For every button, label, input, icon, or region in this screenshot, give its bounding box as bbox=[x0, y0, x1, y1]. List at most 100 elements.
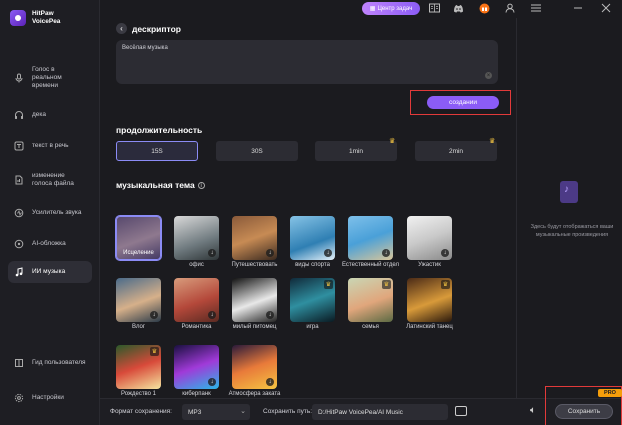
mic-icon bbox=[14, 73, 24, 83]
output-panel: Здесь будут отображаться ваши музыкальны… bbox=[516, 18, 622, 398]
sidebar-item-settings[interactable]: Настройки bbox=[8, 389, 92, 407]
info-icon[interactable]: i bbox=[197, 182, 205, 190]
pro-badge: PRO bbox=[598, 389, 622, 397]
sidebar-item-amplifier[interactable]: Усилитель звука bbox=[8, 204, 92, 222]
theme-tile[interactable]: ♛ семья bbox=[348, 278, 393, 352]
theme-image: ↓ bbox=[174, 345, 219, 389]
duration-option-15s[interactable]: 15S bbox=[116, 141, 198, 161]
theme-label: игра bbox=[306, 324, 319, 330]
sidebar-item-realtime-voice[interactable]: Голос в реальном времени bbox=[8, 62, 92, 94]
download-icon[interactable]: ↓ bbox=[150, 311, 158, 319]
sidebar-item-label: Усилитель звука bbox=[32, 209, 82, 216]
crown-icon: ♛ bbox=[150, 347, 159, 356]
sidebar-item-file-voice-change[interactable]: изменение голоса файла bbox=[8, 168, 92, 192]
descriptor-input[interactable]: Весёлая музыка × bbox=[116, 40, 498, 84]
menu-icon[interactable] bbox=[530, 2, 542, 14]
sidebar-item-tts[interactable]: текст в речь bbox=[8, 137, 92, 155]
duration-option-1min[interactable]: 1min ♛ bbox=[315, 138, 397, 161]
duration-option-2min[interactable]: 2min ♛ bbox=[415, 138, 497, 161]
theme-label: виды спорта bbox=[295, 262, 330, 268]
create-button[interactable]: создании bbox=[427, 96, 499, 109]
duration-label: 2min bbox=[448, 147, 464, 155]
user-icon[interactable] bbox=[504, 2, 516, 14]
theme-label: семья bbox=[362, 324, 379, 330]
duration-title: продолжительность bbox=[116, 125, 203, 135]
headphones-icon bbox=[14, 110, 24, 120]
save-path-value: D:/HitPaw VoicePea/AI Music bbox=[318, 408, 403, 416]
sidebar-item-label: Гид пользователя bbox=[32, 359, 86, 366]
minimize-icon[interactable] bbox=[572, 2, 584, 14]
empty-output-text: Здесь будут отображаться ваши музыкальны… bbox=[530, 224, 614, 238]
gear-icon bbox=[14, 393, 24, 403]
download-icon[interactable]: ↓ bbox=[324, 249, 332, 257]
music-note-icon bbox=[14, 267, 24, 277]
download-icon[interactable]: ↓ bbox=[208, 378, 216, 386]
theme-image: ↓ bbox=[232, 278, 277, 322]
duration-option-30s[interactable]: 30S bbox=[216, 141, 298, 161]
discord-icon[interactable] bbox=[452, 2, 464, 14]
amplifier-icon bbox=[14, 208, 24, 218]
descriptor-title: дескриптор bbox=[132, 24, 181, 34]
task-center-button[interactable]: ▦ Центр задач bbox=[362, 2, 420, 15]
pro-label: PRO bbox=[604, 390, 616, 396]
file-audio-icon bbox=[14, 175, 24, 185]
sidebar-item-label: ИИ музыка bbox=[32, 268, 66, 275]
download-icon[interactable]: ↓ bbox=[208, 311, 216, 319]
download-icon[interactable]: ↓ bbox=[266, 249, 274, 257]
theme-image: ↓ bbox=[407, 216, 452, 260]
format-value: MP3 bbox=[188, 408, 202, 416]
volume-icon[interactable]: 🔈︎ bbox=[530, 405, 536, 416]
duration-label: 30S bbox=[251, 147, 263, 155]
theme-tile[interactable]: ↓ милый питомец bbox=[232, 278, 277, 352]
sidebar-item-deck[interactable]: дека bbox=[8, 106, 92, 124]
music-file-icon bbox=[560, 181, 578, 203]
descriptor-value: Весёлая музыка bbox=[122, 45, 168, 51]
download-icon[interactable]: ↓ bbox=[382, 249, 390, 257]
theme-tile[interactable]: ♛ Латинский танец bbox=[406, 278, 453, 352]
clear-icon[interactable]: × bbox=[485, 72, 492, 79]
book-icon[interactable] bbox=[428, 2, 440, 14]
app-logo-icon bbox=[10, 10, 26, 26]
theme-image: ♛ bbox=[116, 345, 161, 389]
theme-label: Путешествовать bbox=[231, 262, 278, 268]
sidebar-item-label: AI-обложка bbox=[32, 240, 66, 247]
ai-cover-icon bbox=[14, 239, 24, 249]
music-theme-label: музыкальная тема bbox=[116, 180, 195, 190]
back-button[interactable]: ‹ bbox=[116, 23, 127, 34]
crown-icon: ♛ bbox=[324, 280, 333, 289]
theme-tile[interactable]: ♛ игра bbox=[290, 278, 335, 352]
sidebar-item-ai-cover[interactable]: AI-обложка bbox=[8, 235, 92, 253]
title-bar: ▦ Центр задач bbox=[100, 0, 622, 18]
sidebar-item-label: текст в речь bbox=[32, 142, 69, 149]
sidebar-item-user-guide[interactable]: Гид пользователя bbox=[8, 354, 92, 372]
theme-tile[interactable]: ↓ Влог bbox=[116, 278, 161, 352]
theme-image: ↓ bbox=[174, 216, 219, 260]
theme-tile[interactable]: ↓ Романтика bbox=[174, 278, 219, 352]
gift-icon[interactable] bbox=[478, 2, 490, 14]
theme-image: ↓ bbox=[290, 216, 335, 260]
text-icon bbox=[14, 141, 24, 151]
download-icon[interactable]: ↓ bbox=[266, 378, 274, 386]
download-icon[interactable]: ↓ bbox=[266, 311, 274, 319]
theme-image: ♛ bbox=[290, 278, 335, 322]
theme-label: Естественный отдел bbox=[342, 262, 400, 268]
save-button[interactable]: Сохранить bbox=[555, 404, 613, 419]
folder-icon[interactable] bbox=[455, 406, 467, 416]
save-path-field[interactable]: D:/HitPaw VoicePea/AI Music bbox=[312, 404, 448, 420]
format-select[interactable]: MP3 ⌄ bbox=[182, 404, 250, 420]
create-highlight: создании bbox=[410, 90, 511, 115]
download-icon[interactable]: ↓ bbox=[441, 249, 449, 257]
sidebar-item-ai-music[interactable]: ИИ музыка bbox=[8, 261, 92, 283]
sidebar-item-label: Голос в реальном времени bbox=[32, 66, 62, 89]
task-center-label: Центр задач bbox=[377, 5, 413, 12]
theme-label: офис bbox=[189, 262, 204, 268]
close-icon[interactable] bbox=[600, 2, 612, 14]
sidebar-item-label: дека bbox=[32, 111, 47, 118]
book-icon bbox=[14, 358, 24, 368]
download-icon[interactable]: ↓ bbox=[208, 249, 216, 257]
theme-label: милый питомец bbox=[232, 324, 277, 330]
save-highlight: Сохранить PRO bbox=[545, 386, 622, 425]
save-path-label: Сохранить путь: bbox=[263, 408, 313, 415]
theme-image: ↓ bbox=[116, 278, 161, 322]
sidebar-item-label: изменение голоса файла bbox=[32, 172, 74, 187]
